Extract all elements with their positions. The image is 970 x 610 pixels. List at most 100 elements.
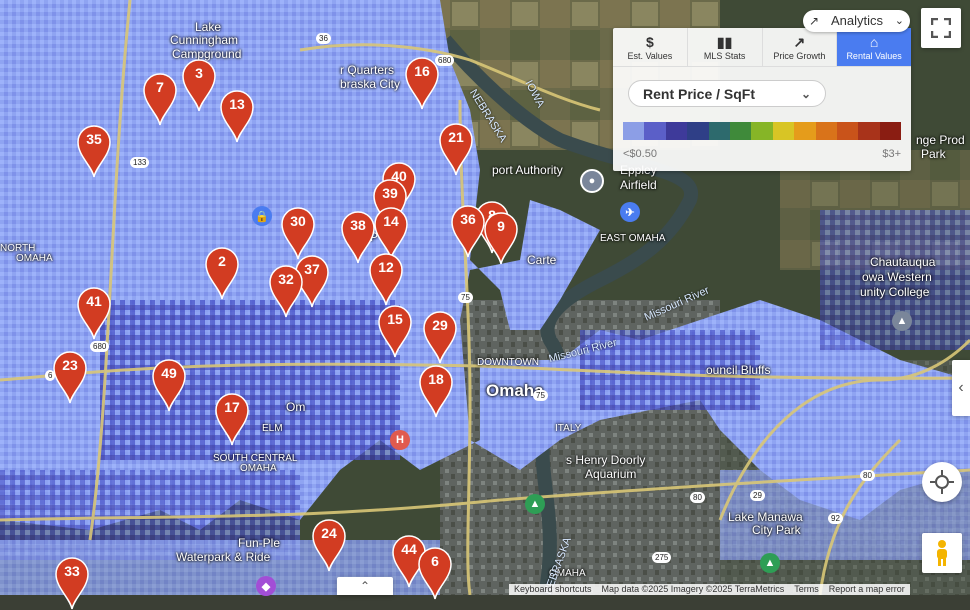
analytics-label: Analytics (831, 13, 884, 28)
park-icon[interactable]: ▲ (525, 494, 545, 514)
bar-chart-icon: ▮▮ (716, 33, 733, 50)
place-label: ITALY (555, 423, 582, 434)
terms-link[interactable]: Terms (789, 584, 824, 595)
place-label: r Quarters (340, 63, 395, 77)
tab-rental-values[interactable]: ⌂ Rental Values (837, 28, 911, 66)
marker-label: 30 (290, 213, 306, 229)
listing-marker[interactable]: 7 (140, 70, 180, 126)
listing-marker[interactable]: 13 (217, 87, 257, 143)
highway-shield: 29 (750, 490, 765, 501)
listing-marker[interactable]: 15 (375, 302, 415, 358)
tab-price-growth[interactable]: ↗ Price Growth (763, 28, 838, 66)
listing-marker[interactable]: 36 (448, 202, 488, 258)
legend-color-step (772, 122, 795, 140)
highway-shield: 80 (860, 470, 875, 481)
listing-marker[interactable]: 17 (212, 390, 252, 446)
tab-label: MLS Stats (703, 50, 746, 61)
listing-marker[interactable]: 18 (416, 362, 456, 418)
listing-marker[interactable]: 33 (52, 554, 92, 610)
place-label: EAST OMAHA (600, 233, 666, 244)
listing-marker[interactable]: 49 (149, 356, 189, 412)
place-label: Lake (195, 20, 222, 34)
listing-marker[interactable]: 29 (420, 308, 460, 364)
marker-label: 29 (432, 317, 448, 333)
highway-shield: 275 (652, 552, 672, 563)
map-data-credit: Map data ©2025 Imagery ©2025 TerraMetric… (601, 584, 785, 594)
highway-shield: 75 (533, 390, 548, 401)
analytics-panel: $ Est. Values ▮▮ MLS Stats ↗ Price Growt… (613, 28, 911, 171)
metric-dropdown[interactable]: Rent Price / SqFt ⌄ (628, 80, 826, 107)
expand-bottom-panel-button[interactable]: ⌃ (337, 577, 393, 595)
place-label: ouncil Bluffs (706, 363, 771, 377)
place-label: City Park (752, 523, 801, 537)
park-icon[interactable]: ▲ (760, 553, 780, 573)
fullscreen-button[interactable] (921, 8, 961, 48)
marker-label: 33 (64, 563, 80, 579)
tab-label: Rental Values (846, 50, 902, 61)
highway-shield: 75 (458, 292, 473, 303)
marker-label: 18 (428, 371, 444, 387)
place-label: Cunningham (170, 33, 239, 47)
lock-icon[interactable]: 🔒 (252, 206, 272, 226)
attraction-icon[interactable]: ◆ (256, 576, 276, 596)
chevron-left-icon: ‹ (958, 379, 964, 396)
school-icon[interactable]: ▲ (892, 311, 912, 331)
tab-est-values[interactable]: $ Est. Values (613, 28, 688, 66)
chevron-down-icon: ⌄ (894, 15, 904, 27)
listing-marker[interactable]: 32 (266, 262, 306, 318)
collapse-side-panel-button[interactable]: ‹ (952, 360, 970, 416)
legend-color-step (623, 122, 645, 140)
place-label: Aquarium (585, 467, 637, 481)
marker-label: 7 (156, 79, 164, 95)
street-view-button[interactable] (922, 533, 962, 573)
place-label: DOWNTOWN (477, 357, 540, 368)
place-label: port Authority (492, 163, 563, 177)
legend-color-step (665, 122, 688, 140)
listing-marker[interactable]: 3 (179, 56, 219, 112)
place-pin-icon[interactable]: ● (580, 169, 604, 193)
place-label: nge Prod (916, 133, 965, 147)
listing-marker[interactable]: 23 (50, 348, 90, 404)
place-label: braska City (340, 77, 401, 91)
legend-color-step (815, 122, 837, 140)
place-label: OMAHA (16, 253, 53, 264)
marker-label: 2 (218, 253, 226, 269)
highway-shield: 680 (90, 341, 110, 352)
place-label: Chautauqua (870, 255, 936, 269)
listing-marker[interactable]: 35 (74, 122, 114, 178)
marker-label: 32 (278, 271, 294, 287)
airport-icon[interactable]: ✈ (620, 202, 640, 222)
legend-color-step (858, 122, 880, 140)
place-label: Carte (527, 253, 557, 267)
tab-mls-stats[interactable]: ▮▮ MLS Stats (688, 28, 763, 66)
pegman-icon (937, 540, 947, 566)
listing-marker[interactable]: 21 (436, 120, 476, 176)
my-location-button[interactable] (922, 462, 962, 502)
legend-color-step (729, 122, 752, 140)
marker-label: 35 (86, 131, 102, 147)
marker-label: 17 (224, 399, 240, 415)
keyboard-shortcuts-link[interactable]: Keyboard shortcuts (509, 584, 597, 595)
analytics-button[interactable]: ↗ Analytics ⌄ (803, 10, 910, 32)
place-label: s Henry Doorly (566, 453, 646, 467)
report-map-error-link[interactable]: Report a map error (824, 584, 910, 595)
listing-marker[interactable]: 12 (366, 250, 406, 306)
legend-color-step (644, 122, 666, 140)
listing-marker[interactable]: 16 (402, 54, 442, 110)
listing-marker[interactable]: 24 (309, 516, 349, 572)
place-label: Lake Manawa (728, 510, 803, 524)
marker-label: 24 (321, 525, 337, 541)
legend-color-bar (623, 122, 902, 140)
marker-label: 13 (229, 96, 245, 112)
place-label: OMAHA (240, 463, 277, 474)
marker-label: 15 (387, 311, 403, 327)
marker-label: 23 (62, 357, 78, 373)
marker-label: 36 (460, 211, 476, 227)
crosshair-icon (930, 470, 954, 494)
place-label: Fun-Ple (238, 536, 281, 550)
listing-marker[interactable]: 41 (74, 284, 114, 340)
hospital-icon[interactable]: H (390, 430, 410, 450)
listing-marker[interactable]: 2 (202, 244, 242, 300)
listing-marker[interactable]: 6 (415, 544, 455, 600)
legend-max-label: $3+ (882, 148, 901, 160)
